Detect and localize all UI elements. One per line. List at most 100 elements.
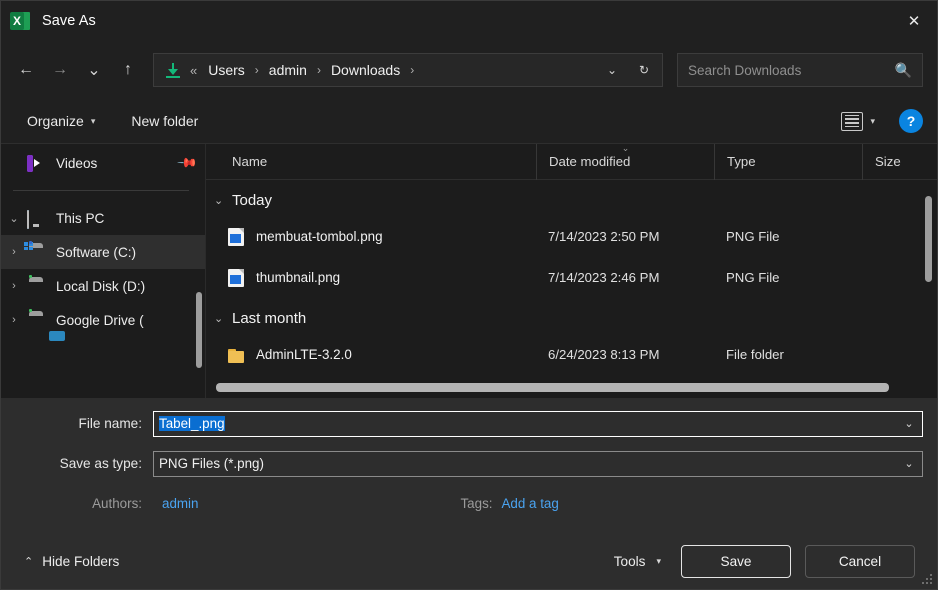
- file-list-horizontal-scrollbar[interactable]: [216, 383, 889, 392]
- sidebar-scrollbar[interactable]: [196, 292, 202, 368]
- group-label: Today: [232, 191, 273, 209]
- recent-locations-icon[interactable]: ⌄: [77, 53, 111, 87]
- file-name: AdminLTE-3.2.0: [256, 347, 352, 362]
- save-button[interactable]: Save: [681, 545, 791, 578]
- png-file-icon: [228, 227, 244, 246]
- breadcrumb-users[interactable]: Users: [204, 59, 249, 81]
- save-as-type-value: PNG Files (*.png): [159, 456, 264, 471]
- sidebar-item-software-c[interactable]: › Software (C:): [1, 235, 205, 269]
- file-name: thumbnail.png: [256, 270, 341, 285]
- dialog-body: Videos 📌 ⌄ This PC › Software (C:) › Loc…: [1, 143, 937, 398]
- sidebar-item-label: Google Drive (: [56, 312, 144, 328]
- chevron-down-icon[interactable]: ⌄: [896, 412, 922, 436]
- column-header-type[interactable]: Type: [714, 143, 862, 180]
- breadcrumb-separator-icon[interactable]: ›: [249, 63, 265, 77]
- file-name-value: Tabel_.png: [159, 416, 225, 431]
- save-as-type-label: Save as type:: [59, 456, 142, 471]
- table-row[interactable]: thumbnail.png 7/14/2023 2:46 PM PNG File: [206, 257, 937, 298]
- tags-label: Tags:: [460, 495, 493, 511]
- new-folder-button[interactable]: New folder: [123, 108, 206, 134]
- chevron-down-icon: ▾: [656, 556, 661, 566]
- file-name-row: File name: Tabel_.png ⌄: [1, 408, 923, 439]
- pin-icon[interactable]: 📌: [176, 152, 198, 175]
- column-header-date-modified[interactable]: ⌄ Date modified: [536, 143, 714, 180]
- forward-icon[interactable]: →: [43, 53, 77, 87]
- column-header-size[interactable]: Size: [862, 143, 937, 180]
- help-icon[interactable]: ?: [899, 109, 923, 133]
- add-a-tag-link[interactable]: Add a tag: [502, 496, 559, 511]
- group-header-last-month[interactable]: ⌄ Last month: [206, 302, 937, 334]
- chevron-right-icon[interactable]: ›: [1, 314, 27, 326]
- file-name-cell: AdminLTE-3.2.0: [206, 347, 536, 363]
- sidebar-item-videos[interactable]: Videos 📌: [1, 146, 205, 180]
- search-box[interactable]: 🔍: [677, 53, 923, 87]
- chevron-down-icon[interactable]: ⌄: [214, 194, 232, 207]
- chevron-down-icon[interactable]: ⌄: [896, 452, 922, 476]
- sidebar-item-local-disk-d[interactable]: › Local Disk (D:): [1, 269, 205, 303]
- hide-folders-button[interactable]: ⌃ Hide Folders: [17, 549, 126, 574]
- sidebar-item-google-drive[interactable]: › Google Drive (: [1, 303, 205, 341]
- sidebar-item-this-pc[interactable]: ⌄ This PC: [1, 201, 205, 235]
- table-row[interactable]: AdminLTE-3.2.0 6/24/2023 8:13 PM File fo…: [206, 334, 937, 375]
- address-bar[interactable]: « Users › admin › Downloads › ⌄ ↻: [153, 53, 663, 87]
- file-name: membuat-tombol.png: [256, 229, 383, 244]
- folder-icon: [228, 348, 244, 363]
- sidebar-item-label: Videos: [56, 155, 98, 171]
- column-header-label: Date modified: [549, 154, 631, 169]
- save-form: File name: Tabel_.png ⌄ Save as type: PN…: [1, 398, 937, 534]
- refresh-icon[interactable]: ↻: [628, 55, 660, 85]
- chevron-right-icon[interactable]: ›: [1, 280, 27, 292]
- breadcrumb-overflow-icon[interactable]: «: [190, 63, 197, 78]
- window-title: Save As: [42, 13, 96, 29]
- new-folder-label: New folder: [131, 113, 199, 129]
- navigation-bar: ← → ⌄ ↑ « Users › admin › Downloads › ⌄ …: [1, 41, 937, 99]
- authors-value[interactable]: admin: [162, 496, 198, 511]
- organize-button[interactable]: Organize ▾: [19, 108, 103, 134]
- tools-button[interactable]: Tools ▾: [608, 548, 667, 575]
- organize-label: Organize: [27, 113, 84, 129]
- this-pc-icon: [27, 209, 47, 229]
- file-name-label: File name:: [78, 416, 142, 431]
- group-header-today[interactable]: ⌄ Today: [206, 184, 937, 216]
- breadcrumb-separator-icon[interactable]: ›: [311, 63, 327, 77]
- title-bar: X Save As ✕: [1, 1, 937, 41]
- breadcrumb-separator-icon[interactable]: ›: [404, 63, 420, 77]
- drive-icon: [27, 311, 47, 329]
- chevron-down-icon[interactable]: ⌄: [214, 312, 232, 325]
- up-icon[interactable]: ↑: [111, 53, 145, 87]
- search-icon[interactable]: 🔍: [895, 62, 912, 79]
- authors-label: Authors:: [92, 495, 142, 511]
- file-list-pane: Name ⌄ Date modified Type Size ⌄ Today m…: [206, 143, 937, 398]
- close-icon[interactable]: ✕: [891, 1, 937, 41]
- sidebar-item-label: This PC: [56, 210, 105, 226]
- sidebar-item-label: Local Disk (D:): [56, 278, 146, 294]
- view-options-button[interactable]: ▾: [833, 107, 883, 136]
- file-name-input[interactable]: Tabel_.png: [154, 416, 896, 431]
- breadcrumb-admin[interactable]: admin: [265, 59, 311, 81]
- file-type: PNG File: [726, 270, 780, 285]
- save-as-dialog: X Save As ✕ ← → ⌄ ↑ « Users › admin › Do…: [0, 0, 938, 590]
- hide-folders-label: Hide Folders: [42, 554, 120, 569]
- file-name-combobox[interactable]: Tabel_.png ⌄: [153, 410, 923, 437]
- back-icon[interactable]: ←: [9, 53, 43, 87]
- excel-icon: X: [10, 11, 30, 31]
- file-date: 7/14/2023 2:46 PM: [548, 270, 660, 285]
- previous-locations-chevron-down-icon[interactable]: ⌄: [596, 55, 628, 85]
- chevron-down-icon: ▾: [90, 115, 96, 126]
- table-row[interactable]: membuat-tombol.png 7/14/2023 2:50 PM PNG…: [206, 216, 937, 257]
- file-date: 6/24/2023 8:13 PM: [548, 347, 660, 362]
- column-header-name[interactable]: Name: [206, 144, 536, 180]
- breadcrumb-downloads[interactable]: Downloads: [327, 59, 404, 81]
- tools-label: Tools: [613, 554, 646, 569]
- resize-grip[interactable]: [922, 574, 934, 586]
- save-as-type-row: Save as type: PNG Files (*.png) ⌄: [1, 448, 923, 479]
- chevron-down-icon[interactable]: ⌄: [1, 212, 27, 225]
- search-input[interactable]: [688, 62, 889, 78]
- chevron-up-icon: ⌃: [24, 556, 34, 568]
- save-as-type-combobox[interactable]: PNG Files (*.png) ⌄: [153, 450, 923, 477]
- file-list-vertical-scrollbar[interactable]: [925, 196, 932, 282]
- cancel-button[interactable]: Cancel: [805, 545, 915, 578]
- column-headers: Name ⌄ Date modified Type Size: [206, 143, 937, 180]
- video-folder-icon: [27, 154, 47, 172]
- file-type: PNG File: [726, 229, 780, 244]
